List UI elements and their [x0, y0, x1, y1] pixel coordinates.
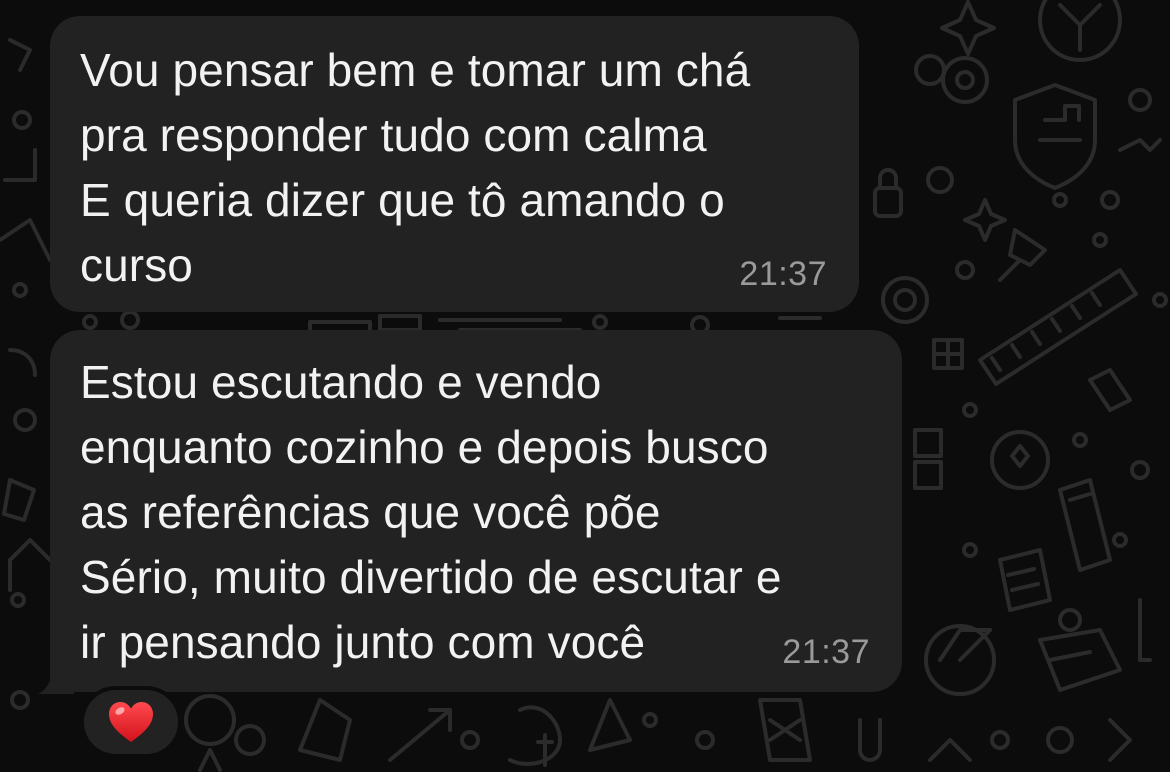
message-text: Estou escutando e vendo enquanto cozinho…	[80, 350, 870, 675]
incoming-message-bubble[interactable]: Vou pensar bem e tomar um chá pra respon…	[50, 16, 859, 312]
message-line: Sério, muito divertido de escutar e	[80, 551, 782, 603]
message-line: Estou escutando e vendo	[80, 356, 602, 408]
message-line: Vou pensar bem e tomar um chá	[80, 44, 751, 96]
message-line: ir pensando junto com você	[80, 616, 646, 668]
message-line: pra responder tudo com calma	[80, 109, 707, 161]
message-line: as referências que você põe	[80, 486, 661, 538]
reaction-badge[interactable]	[80, 686, 182, 758]
red-heart-icon	[109, 702, 153, 742]
message-line: E queria dizer que tô amando o	[80, 174, 725, 226]
message-line: curso	[80, 239, 193, 291]
message-line: enquanto cozinho e depois busco	[80, 421, 769, 473]
message-timestamp: 21:37	[739, 255, 827, 293]
message-timestamp: 21:37	[782, 633, 870, 671]
incoming-message-bubble[interactable]: Estou escutando e vendo enquanto cozinho…	[50, 330, 902, 692]
message-text: Vou pensar bem e tomar um chá pra respon…	[80, 38, 827, 298]
